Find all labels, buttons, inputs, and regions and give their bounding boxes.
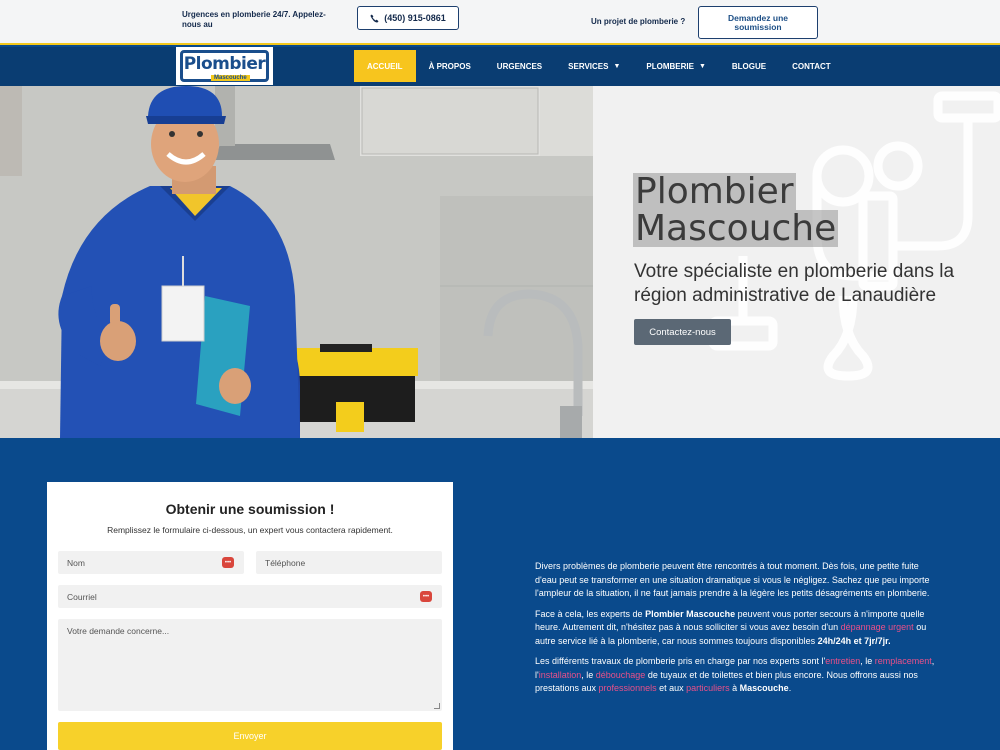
email-field[interactable]: Courriel ••• bbox=[58, 585, 442, 608]
link-depannage-urgent[interactable]: dépannage urgent bbox=[841, 622, 914, 632]
site-logo[interactable]: Plombier Mascouche bbox=[176, 47, 273, 85]
nav-item-plomberie[interactable]: PLOMBERIE ▼ bbox=[633, 50, 719, 82]
link-remplacement[interactable]: remplacement bbox=[875, 656, 932, 666]
hours-text: 24h/24h et 7jr/7jr. bbox=[817, 635, 891, 646]
hero-plumber-photo bbox=[0, 86, 593, 438]
paragraph-3: Les différents travaux de plomberie pris… bbox=[535, 655, 935, 696]
resize-handle-icon[interactable] bbox=[434, 703, 440, 709]
top-bar: Urgences en plomberie 24/7. Appelez-nous… bbox=[0, 0, 1000, 45]
text-span: . bbox=[788, 683, 792, 693]
quote-form-card: Obtenir une soumission ! Remplissez le f… bbox=[47, 482, 453, 750]
text-span: Face à cela, les experts de bbox=[535, 608, 646, 619]
nav-item-accueil[interactable]: ACCUEIL bbox=[354, 50, 416, 82]
email-placeholder: Courriel bbox=[67, 592, 97, 602]
paragraph-2: Face à cela, les experts de Plombier Mas… bbox=[535, 608, 935, 649]
emergency-text: Urgences en plomberie 24/7. Appelez-nous… bbox=[182, 10, 326, 29]
nav-item-plomberie-label: PLOMBERIE bbox=[646, 61, 694, 71]
message-placeholder: Votre demande concerne... bbox=[67, 626, 170, 636]
nav-menu: ACCUEIL À PROPOS URGENCES SERVICES ▼ PLO… bbox=[354, 50, 844, 82]
intro-text: Divers problèmes de plomberie peuvent êt… bbox=[535, 560, 935, 703]
nav-item-contact[interactable]: CONTACT bbox=[779, 50, 844, 82]
form-description: Remplissez le formulaire ci-dessous, un … bbox=[107, 525, 393, 535]
chevron-down-icon: ▼ bbox=[613, 62, 621, 70]
link-professionnels[interactable]: professionnels bbox=[599, 683, 657, 693]
city-name: Mascouche bbox=[739, 683, 789, 693]
main-navbar: Plombier Mascouche ACCUEIL À PROPOS URGE… bbox=[0, 47, 1000, 86]
link-entretien[interactable]: entretien bbox=[825, 656, 860, 666]
name-field[interactable]: Nom ••• bbox=[58, 551, 244, 574]
phone-placeholder: Téléphone bbox=[265, 558, 306, 568]
brand-name: Plombier Mascouche bbox=[645, 608, 736, 619]
logo-frame: Plombier Mascouche bbox=[180, 50, 269, 82]
text-span: et aux bbox=[656, 683, 687, 693]
phone-field[interactable]: Téléphone bbox=[256, 551, 442, 574]
name-placeholder: Nom bbox=[67, 558, 85, 568]
phone-button[interactable]: (450) 915-0861 bbox=[357, 6, 459, 30]
hero-title-line2: Mascouche bbox=[633, 208, 839, 249]
text-span: , le bbox=[581, 669, 596, 680]
link-debouchage[interactable]: débouchage bbox=[596, 670, 646, 680]
paragraph-1: Divers problèmes de plomberie peuvent êt… bbox=[535, 561, 930, 598]
logo-subtitle: Mascouche bbox=[211, 75, 250, 81]
phone-number: (450) 915-0861 bbox=[384, 13, 446, 23]
message-textarea[interactable]: Votre demande concerne... bbox=[58, 619, 442, 711]
text-span: , le bbox=[860, 656, 875, 666]
contact-button[interactable]: Contactez-nous bbox=[634, 319, 731, 345]
hero-subtitle: Votre spécialiste en plomberie dans la r… bbox=[634, 261, 955, 306]
nav-item-services[interactable]: SERVICES ▼ bbox=[555, 50, 633, 82]
hero-title: Plombier Mascouche bbox=[633, 171, 839, 249]
nav-item-urgences[interactable]: URGENCES bbox=[484, 50, 555, 82]
quote-button[interactable]: Demandez une soumission bbox=[698, 6, 818, 39]
link-installation[interactable]: installation bbox=[539, 670, 582, 680]
link-particuliers[interactable]: particuliers bbox=[686, 683, 730, 693]
more-icon: ••• bbox=[222, 557, 234, 568]
chevron-down-icon: ▼ bbox=[698, 62, 706, 70]
form-title: Obtenir une soumission ! bbox=[165, 501, 335, 517]
hero-title-line1: Plombier bbox=[633, 171, 796, 212]
submit-button[interactable]: Envoyer bbox=[58, 722, 442, 750]
hero-section: Plombier Mascouche Votre spécialiste en … bbox=[0, 86, 1000, 438]
text-span: à bbox=[729, 683, 740, 693]
phone-icon bbox=[370, 13, 379, 23]
logo-word: Plombier bbox=[183, 53, 266, 74]
text-span: Les différents travaux de plomberie pris… bbox=[535, 656, 826, 666]
more-icon: ••• bbox=[420, 591, 432, 602]
nav-item-services-label: SERVICES bbox=[568, 61, 609, 71]
nav-item-a-propos[interactable]: À PROPOS bbox=[416, 50, 484, 82]
nav-item-blogue[interactable]: BLOGUE bbox=[719, 50, 779, 82]
project-text: Un projet de plomberie ? bbox=[591, 17, 686, 26]
